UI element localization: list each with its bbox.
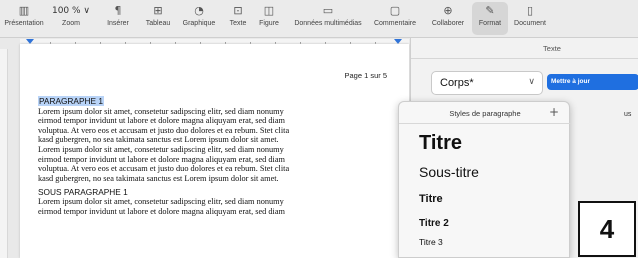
- sidebar-icon: ▥: [18, 4, 30, 17]
- paragraph-style-value: Corps*: [440, 77, 474, 89]
- toolbar-text[interactable]: ⊡ Texte: [224, 3, 252, 29]
- body-line[interactable]: Lorem ipsum dolor sit amet, consetetur s…: [38, 107, 388, 117]
- zoom-value[interactable]: 100 % ∨: [50, 3, 92, 19]
- toolbar-table[interactable]: ⊞ Tableau: [140, 3, 176, 29]
- toolbar-insert[interactable]: ¶ Insérer: [103, 3, 133, 29]
- style-option-sous-titre[interactable]: Sous-titre: [419, 164, 479, 180]
- step-number-badge: 4: [578, 201, 636, 257]
- paragraph-styles-popover: Styles de paragraphe + Titre Sous-titre …: [398, 101, 571, 258]
- body-line[interactable]: Lorem ipsum dolor sit amet, consetetur s…: [38, 145, 388, 155]
- shape-icon: ◫: [263, 4, 275, 17]
- body-line[interactable]: eirmod tempor invidunt ut labore et dolo…: [38, 116, 388, 126]
- toolbar-comment[interactable]: ▢ Commentaire: [370, 3, 420, 29]
- paragraph-style-select[interactable]: Corps* ∨: [431, 71, 543, 95]
- document-body[interactable]: PARAGRAPHE 1 Lorem ipsum dolor sit amet,…: [38, 96, 388, 217]
- heading-sous-paragraphe-1[interactable]: SOUS PARAGRAPHE 1: [38, 187, 388, 197]
- body-line[interactable]: Lorem ipsum dolor sit amet, consetetur s…: [38, 197, 388, 207]
- toolbar-presentation[interactable]: ▥ Présentation: [4, 3, 44, 29]
- add-style-button[interactable]: +: [549, 105, 559, 119]
- media-icon: ▭: [322, 4, 334, 17]
- toolbar-format[interactable]: ✎ Format: [472, 2, 508, 35]
- style-option-titre-3[interactable]: Titre 3: [419, 237, 443, 247]
- chevron-down-icon: ∨: [528, 77, 535, 87]
- toolbar-collaborate[interactable]: ⊕ Collaborer: [428, 3, 468, 29]
- body-line[interactable]: kasd gubergren, no sea takimata sanctus …: [38, 174, 388, 184]
- toolbar-document[interactable]: ▯ Document: [510, 3, 550, 29]
- document-page[interactable]: Page 1 sur 5 PARAGRAPHE 1 Lorem ipsum do…: [20, 44, 409, 258]
- toolbar-chart[interactable]: ◔ Graphique: [178, 3, 220, 29]
- toolbar-shape[interactable]: ◫ Figure: [254, 3, 284, 29]
- panel-text-fragment: us: [624, 111, 632, 118]
- textbox-icon: ⊡: [233, 4, 243, 17]
- body-line[interactable]: kasd gubergren, no sea takimata sanctus …: [38, 135, 388, 145]
- body-line[interactable]: eirmod tempor invidunt ut labore et dolo…: [38, 207, 388, 217]
- vertical-ruler: [0, 49, 8, 258]
- table-icon: ⊞: [153, 4, 163, 17]
- collaborate-icon: ⊕: [443, 4, 453, 17]
- body-line[interactable]: voluptua. At vero eos et accusam et just…: [38, 126, 388, 136]
- brush-icon: ✎: [485, 4, 495, 17]
- pilcrow-icon: ¶: [114, 4, 122, 17]
- comment-icon: ▢: [389, 4, 401, 17]
- body-line[interactable]: eirmod tempor invidunt ut labore et dolo…: [38, 155, 388, 165]
- style-option-titre[interactable]: Titre: [419, 132, 462, 155]
- document-icon: ▯: [526, 4, 534, 17]
- toolbar-media[interactable]: ▭ Données multimédias: [288, 3, 368, 29]
- style-option-titre-1[interactable]: Titre: [419, 193, 443, 205]
- page-number: Page 1 sur 5: [344, 71, 387, 80]
- toolbar: ▥ Présentation 100 % ∨ Zoom ¶ Insérer ⊞ …: [0, 0, 638, 38]
- update-style-button[interactable]: Mettre à jour: [547, 74, 638, 90]
- tab-texte[interactable]: Texte: [477, 44, 627, 53]
- toolbar-zoom[interactable]: 100 % ∨ Zoom: [50, 3, 92, 29]
- style-option-titre-2[interactable]: Titre 2: [419, 218, 449, 229]
- heading-paragraphe-1[interactable]: PARAGRAPHE 1: [38, 96, 104, 106]
- popover-title: Styles de paragraphe: [449, 109, 521, 118]
- chart-icon: ◔: [194, 4, 204, 17]
- body-line[interactable]: voluptua. At vero eos et accusam et just…: [38, 164, 388, 174]
